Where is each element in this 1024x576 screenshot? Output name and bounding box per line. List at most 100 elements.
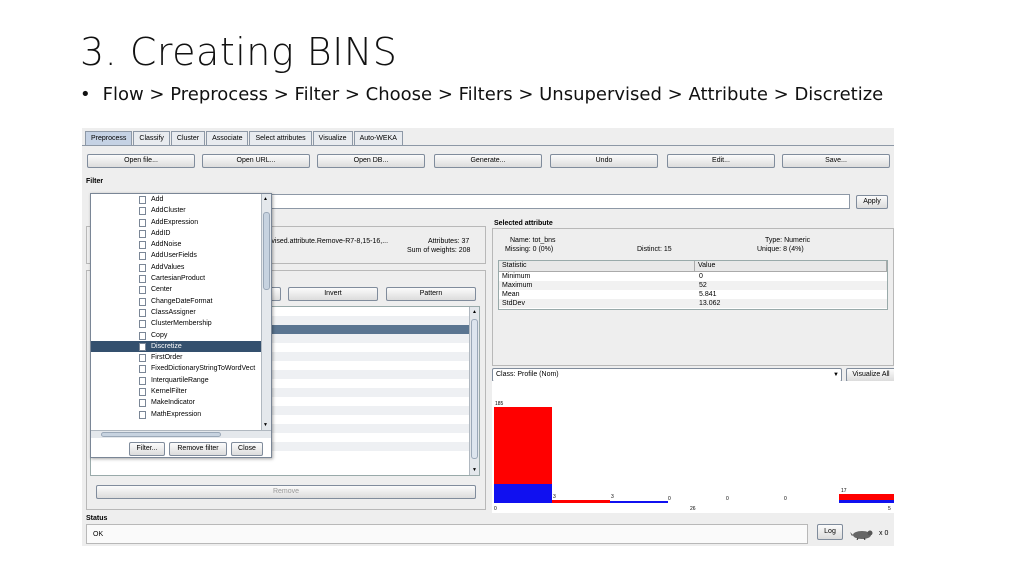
filter-tree-item[interactable]: MathExpression [91, 409, 261, 420]
filter-tree-item[interactable]: AddExpression [91, 217, 261, 228]
attr-unique: Unique: 8 (4%) [757, 246, 804, 253]
filter-tree-item-label: ClusterMembership [151, 320, 212, 328]
class-select[interactable]: Class: Profile (Nom) ▼ [492, 368, 842, 382]
col-header-value: Value [695, 261, 887, 271]
status-label: Status [86, 515, 108, 522]
filter-tree-item[interactable]: AddValues [91, 262, 261, 273]
document-icon [139, 342, 146, 351]
bar-count-label: 3 [611, 494, 614, 500]
filter-button[interactable]: Filter... [129, 442, 165, 456]
edit-button[interactable]: Edit... [667, 154, 775, 168]
attr-distinct: Distinct: 15 [637, 246, 672, 253]
scrollbar-thumb[interactable] [101, 432, 221, 437]
filter-tree-item[interactable]: AddUserFields [91, 250, 261, 261]
document-icon [139, 320, 146, 329]
tab-preprocess[interactable]: Preprocess [85, 131, 133, 145]
scroll-down-icon[interactable]: ▼ [472, 467, 477, 473]
filter-tree-item[interactable]: Add [91, 194, 261, 205]
histogram-bar [839, 500, 894, 503]
document-icon [139, 207, 146, 216]
filter-tree-item[interactable]: CartesianProduct [91, 273, 261, 284]
bar-count-label: 0 [668, 496, 671, 502]
table-cell: 0 [699, 273, 703, 280]
filter-tree-hscrollbar[interactable] [91, 430, 271, 438]
filter-tree-item[interactable]: KernelFilter [91, 386, 261, 397]
apply-button[interactable]: Apply [856, 195, 888, 209]
scrollbar-thumb[interactable] [471, 319, 478, 459]
bar-count-label: 17 [841, 488, 847, 494]
filter-tree-item[interactable]: MakeIndicator [91, 397, 261, 408]
attr-missing: Missing: 0 (0%) [505, 246, 554, 253]
generate-button[interactable]: Generate... [434, 154, 542, 168]
document-icon [139, 218, 146, 227]
table-cell: 13.062 [699, 300, 721, 307]
filter-tree-item[interactable]: ClassAssigner [91, 307, 261, 318]
scroll-down-icon[interactable]: ▼ [263, 422, 268, 428]
remove-filter-button[interactable]: Remove filter [169, 442, 227, 456]
document-icon [139, 410, 146, 419]
filter-tree-item-label: Center [151, 286, 173, 294]
filter-tree-item-label: CartesianProduct [151, 275, 206, 283]
filter-tree-item-label: FixedDictionaryStringToWordVect [151, 365, 256, 373]
save-button[interactable]: Save... [782, 154, 890, 168]
filter-tree-item[interactable]: FirstOrder [91, 352, 261, 363]
bullet-text: Flow > Preprocess > Filter > Choose > Fi… [102, 84, 884, 105]
filter-tree-item[interactable]: Discretize [91, 340, 261, 353]
histogram-bar [610, 501, 668, 503]
document-icon [139, 275, 146, 284]
bar-count-label: 0 [726, 496, 729, 502]
remove-button[interactable]: Remove [96, 485, 476, 499]
bar-count-label: 185 [495, 401, 504, 407]
filter-tree-item[interactable]: AddCluster [91, 205, 261, 216]
table-cell: 52 [699, 282, 707, 289]
filter-tree-item[interactable]: InterquartileRange [91, 375, 261, 386]
visualize-all-button[interactable]: Visualize All [846, 368, 894, 382]
tab-cluster[interactable]: Cluster [170, 131, 206, 145]
axis-label: 5 [888, 506, 891, 512]
filter-tree-item-label: MakeIndicator [151, 399, 195, 407]
weka-explorer-window: Preprocess Classify Cluster Associate Se… [82, 128, 894, 546]
document-icon [139, 196, 146, 204]
document-icon [139, 308, 146, 317]
filter-tree-item[interactable]: ClusterMembership [91, 318, 261, 329]
close-button[interactable]: Close [231, 442, 263, 456]
filter-tree-item-label: AddValues [151, 263, 185, 271]
open-url-button[interactable]: Open URL... [202, 154, 310, 168]
tab-classify[interactable]: Classify [133, 131, 170, 145]
tab-select-attributes[interactable]: Select attributes [249, 131, 312, 145]
axis-label: 26 [690, 506, 696, 512]
filter-tree-item-label: MathExpression [151, 410, 202, 418]
scroll-up-icon[interactable]: ▲ [472, 309, 477, 315]
filter-tree-item[interactable]: ChangeDateFormat [91, 296, 261, 307]
attr-name: Name: tot_bns [510, 237, 556, 244]
filter-tree-item-label: KernelFilter [151, 388, 187, 396]
filter-tree-item[interactable]: Center [91, 284, 261, 295]
chevron-down-icon[interactable]: ▼ [833, 369, 839, 381]
attributes-count: Attributes: 37 [428, 238, 470, 245]
invert-button[interactable]: Invert [288, 287, 378, 301]
undo-button[interactable]: Undo [550, 154, 658, 168]
weka-bird-icon [850, 528, 876, 541]
tab-associate[interactable]: Associate [206, 131, 249, 145]
filter-tree-item[interactable]: AddNoise [91, 239, 261, 250]
scrollbar-thumb[interactable] [263, 212, 270, 290]
scroll-up-icon[interactable]: ▲ [263, 196, 268, 202]
open-file-button[interactable]: Open file... [87, 154, 195, 168]
tab-visualize[interactable]: Visualize [312, 131, 353, 145]
attr-type: Type: Numeric [765, 237, 811, 244]
pattern-button[interactable]: Pattern [386, 287, 476, 301]
filter-tree-item[interactable]: AddID [91, 228, 261, 239]
relation-name: rvised.attribute.Remove-R7-8,15-16,... [269, 238, 389, 245]
filter-tree-item[interactable]: FixedDictionaryStringToWordVect [91, 363, 261, 374]
filter-tree-item[interactable]: Copy [91, 330, 261, 341]
attribute-list-scrollbar[interactable]: ▲ ▼ [469, 307, 479, 475]
filter-tree-scrollbar[interactable]: ▲ ▼ [261, 194, 271, 430]
open-db-button[interactable]: Open DB... [317, 154, 425, 168]
document-icon [139, 229, 146, 238]
document-icon [139, 399, 146, 408]
tab-auto-weka[interactable]: Auto-WEKA [353, 131, 403, 145]
document-icon [139, 252, 146, 261]
tab-divider [82, 145, 894, 146]
document-icon [139, 286, 146, 295]
log-button[interactable]: Log [817, 524, 843, 540]
